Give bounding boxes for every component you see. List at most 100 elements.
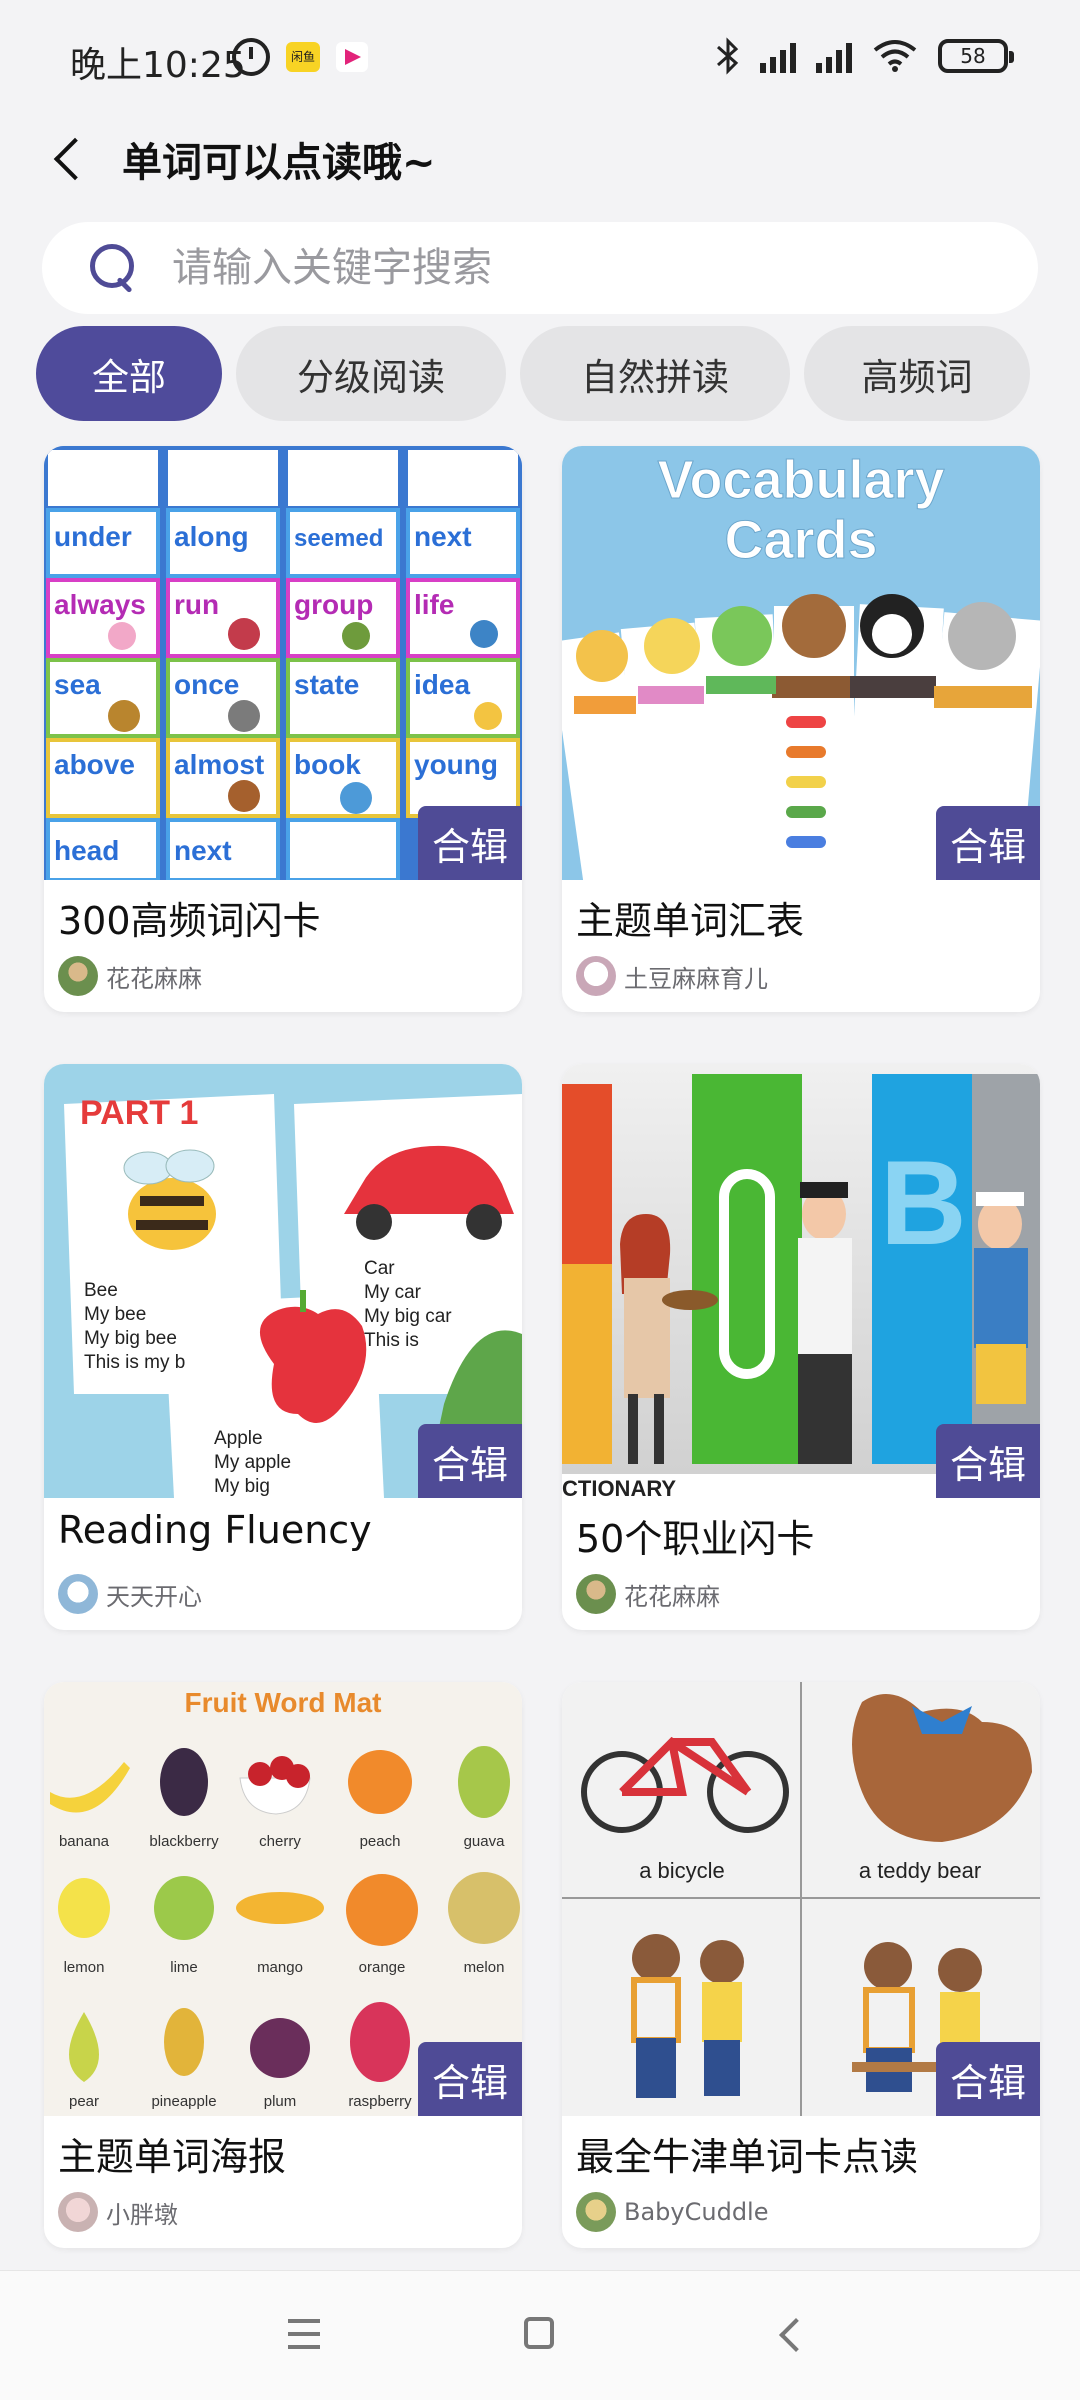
author-name: 天天开心: [106, 1582, 202, 1611]
battery-icon: 58: [938, 39, 1014, 73]
thumb-word: life: [414, 589, 454, 620]
thumb-word: under: [54, 521, 132, 552]
card-topic-word-posters[interactable]: Fruit Word Mat banana blackberry cherry …: [44, 1682, 522, 2248]
card-reading-fluency[interactable]: PART 1 Bee My bee My big bee This is my …: [44, 1064, 522, 1630]
fruit-label: mango: [257, 1959, 303, 1976]
card-topic-vocabulary[interactable]: Vocabulary Cards 合辑 主题单词汇表 土豆麻麻育儿: [562, 446, 1040, 1012]
fruit-label: raspberry: [348, 2093, 412, 2110]
thumb-word: along: [174, 521, 249, 552]
fruit-label: pineapple: [151, 2093, 216, 2110]
card-author: 花花麻麻: [58, 956, 202, 996]
fruit-label: blackberry: [149, 1833, 219, 1850]
category-tabs: 全部 分级阅读 自然拼读 高频词: [36, 326, 1030, 421]
card-thumbnail: a bicycle a teddy bear 合辑: [562, 1682, 1040, 2116]
system-nav-bar: [0, 2270, 1080, 2400]
card-thumbnail: under along seemed next always run group…: [44, 446, 522, 880]
author-name: 土豆麻麻育儿: [624, 964, 768, 993]
thumb-label: a teddy bear: [859, 1858, 981, 1883]
app-notification-icon-2: [336, 42, 368, 72]
signal-icon-2: [816, 39, 852, 73]
card-author: BabyCuddle: [576, 2192, 768, 2232]
fruit-label: lime: [170, 1959, 198, 1976]
fruit-label: pear: [69, 2093, 99, 2110]
collection-badge: 合辑: [418, 2042, 522, 2116]
thumb-word: book: [294, 749, 361, 780]
fruit-label: guava: [464, 1833, 506, 1850]
fruit-label: plum: [264, 2093, 297, 2110]
card-title: Reading Fluency: [58, 1508, 372, 1552]
collection-badge: 合辑: [418, 1424, 522, 1498]
thumb-line: Car: [364, 1258, 395, 1279]
card-author: 花花麻麻: [576, 1574, 720, 1614]
card-50-occupations[interactable]: B CTIONARY 合辑 50个职业闪卡 花花麻麻: [562, 1064, 1040, 1630]
thumb-word: idea: [414, 669, 470, 700]
nav-back-icon[interactable]: [774, 2317, 806, 2353]
status-right: 58: [716, 34, 1014, 78]
thumb-word: head: [54, 835, 119, 866]
author-name: 花花麻麻: [624, 1582, 720, 1611]
search-bar[interactable]: [42, 222, 1038, 314]
avatar: [576, 956, 616, 996]
card-thumbnail: Fruit Word Mat banana blackberry cherry …: [44, 1682, 522, 2116]
thumb-heading: PART 1: [80, 1094, 198, 1132]
thumb-line: This is my b: [84, 1352, 185, 1373]
header: 单词可以点读哦~: [0, 120, 1080, 215]
collection-badge: 合辑: [936, 806, 1040, 880]
thumb-word: state: [294, 669, 359, 700]
menu-icon[interactable]: [288, 2319, 320, 2349]
tab-graded-reading[interactable]: 分级阅读: [236, 326, 506, 421]
search-input[interactable]: [172, 240, 992, 296]
card-author: 天天开心: [58, 1574, 202, 1614]
page-title: 单词可以点读哦~: [122, 140, 436, 186]
fruit-label: peach: [360, 1833, 401, 1850]
tab-all[interactable]: 全部: [36, 326, 222, 421]
fruit-label: lemon: [64, 1959, 105, 1976]
thumb-word: young: [414, 749, 498, 780]
avatar: [576, 1574, 616, 1614]
avatar: [576, 2192, 616, 2232]
card-author: 小胖墩: [58, 2192, 178, 2232]
thumb-line: My big bee: [84, 1328, 177, 1349]
card-thumbnail: B CTIONARY 合辑: [562, 1064, 1040, 1498]
thumb-title: Vocabulary: [657, 450, 944, 510]
thumb-word: next: [414, 521, 472, 552]
svg-text:B: B: [880, 1136, 967, 1270]
card-title: 50个职业闪卡: [576, 1517, 815, 1561]
thumb-label: a bicycle: [639, 1858, 725, 1883]
thumb-word: once: [174, 669, 239, 700]
thumb-line: My bee: [84, 1304, 146, 1325]
tab-phonics[interactable]: 自然拼读: [520, 326, 790, 421]
card-author: 土豆麻麻育儿: [576, 956, 768, 996]
thumb-line: My apple: [214, 1452, 291, 1473]
thumb-line: My big car: [364, 1306, 452, 1327]
avatar: [58, 2192, 98, 2232]
author-name: BabyCuddle: [624, 2198, 769, 2226]
thumb-word: run: [174, 589, 219, 620]
avatar: [58, 1574, 98, 1614]
card-title: 主题单词汇表: [576, 899, 805, 943]
thumb-line: Apple: [214, 1428, 263, 1449]
alarm-icon: [232, 38, 270, 76]
thumb-line: My car: [364, 1282, 422, 1303]
thumb-word: next: [174, 835, 232, 866]
back-arrow-icon[interactable]: [44, 132, 100, 188]
thumb-title: Cards: [724, 510, 877, 570]
card-300-sight-words[interactable]: under along seemed next always run group…: [44, 446, 522, 1012]
thumb-word: above: [54, 749, 135, 780]
card-oxford-word-cards[interactable]: a bicycle a teddy bear 合辑 最全牛津单词卡点读 Baby…: [562, 1682, 1040, 2248]
card-title: 主题单词海报: [58, 2135, 287, 2179]
thumb-line: This is: [364, 1330, 419, 1351]
fruit-label: cherry: [259, 1833, 301, 1850]
author-name: 小胖墩: [106, 2200, 178, 2229]
card-title: 最全牛津单词卡点读: [576, 2135, 919, 2179]
collection-badge: 合辑: [936, 1424, 1040, 1498]
status-bar: 晚上10:25 闲鱼 58: [0, 0, 1080, 120]
fruit-label: melon: [464, 1959, 505, 1976]
card-thumbnail: Vocabulary Cards 合辑: [562, 446, 1040, 880]
home-icon[interactable]: [524, 2317, 554, 2349]
tab-high-frequency[interactable]: 高频词: [804, 326, 1030, 421]
app-notification-icon: 闲鱼: [286, 42, 320, 72]
thumb-word: almost: [174, 749, 264, 780]
fruit-label: banana: [59, 1833, 110, 1850]
collection-badge: 合辑: [936, 2042, 1040, 2116]
